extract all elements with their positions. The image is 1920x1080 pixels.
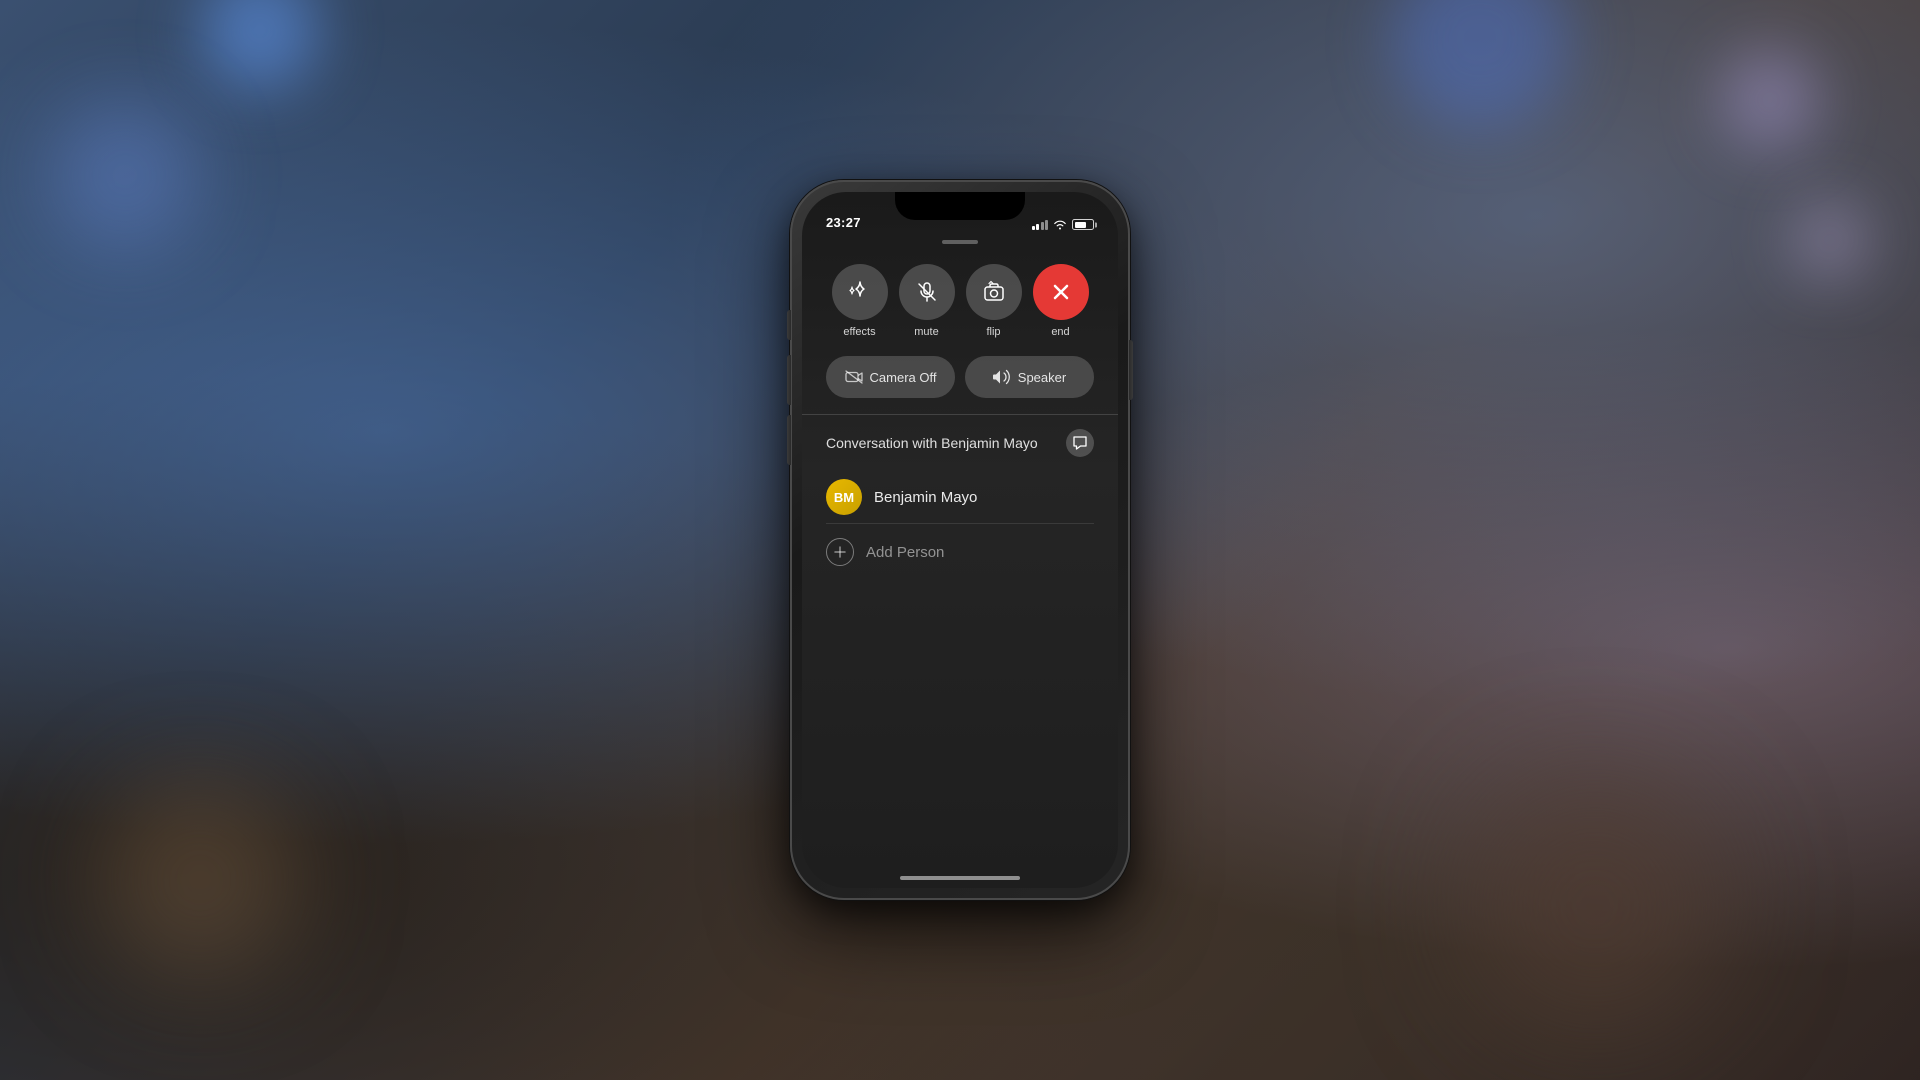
conversation-header: Conversation with Benjamin Mayo [826,429,1094,457]
effects-label: effects [843,326,875,338]
camera-off-label: Camera Off [870,370,937,385]
flip-button[interactable] [966,264,1022,320]
flip-label: flip [986,326,1000,338]
add-person-row[interactable]: Add Person [826,528,1094,576]
add-person-icon [826,538,854,566]
contact-avatar: BM [826,479,862,515]
status-icons [1032,219,1095,230]
speaker-icon [993,369,1011,385]
battery-icon [1072,219,1094,230]
power-button[interactable] [1129,340,1133,400]
bokeh-6 [100,780,300,980]
speaker-button[interactable]: Speaker [965,356,1094,398]
bokeh-3 [1720,50,1820,150]
effects-button[interactable] [832,264,888,320]
plus-icon [833,545,847,559]
message-icon [1073,436,1087,450]
camera-off-button[interactable]: Camera Off [826,356,955,398]
conversation-section: Conversation with Benjamin Mayo BM Benja… [802,415,1118,576]
add-person-label: Add Person [866,544,944,561]
conversation-title: Conversation with Benjamin Mayo [826,435,1038,451]
call-controls: effects mute [802,244,1118,414]
flip-camera-icon [981,279,1007,305]
notch [895,192,1025,220]
end-button-wrap: end [1033,264,1089,338]
star-icon [847,279,873,305]
status-time: 23:27 [826,215,861,230]
mute-label: mute [914,326,938,338]
message-button[interactable] [1066,429,1094,457]
end-label: end [1051,326,1069,338]
volume-up-button[interactable] [787,355,791,405]
control-buttons-row: effects mute [826,264,1094,338]
end-call-button[interactable] [1033,264,1089,320]
screen-content: effects mute [802,244,1118,888]
phone: 23:27 [790,180,1130,900]
mute-switch[interactable] [787,310,791,340]
mic-off-icon [914,279,940,305]
effects-button-wrap: effects [832,264,888,338]
phone-screen: 23:27 [802,192,1118,888]
wifi-icon [1053,219,1067,230]
speaker-label: Speaker [1018,370,1066,385]
camera-off-icon [845,370,863,384]
bokeh-2 [1390,0,1570,130]
bokeh-7 [1470,780,1720,1030]
bokeh-1 [200,0,320,90]
mute-button-wrap: mute [899,264,955,338]
avatar-initials: BM [834,490,854,505]
contact-row: BM Benjamin Mayo [826,471,1094,524]
contact-name: Benjamin Mayo [874,489,977,506]
mute-button[interactable] [899,264,955,320]
flip-button-wrap: flip [966,264,1022,338]
bokeh-5 [50,100,200,250]
home-indicator[interactable] [900,876,1020,880]
bokeh-4 [1790,200,1870,280]
volume-down-button[interactable] [787,415,791,465]
x-icon [1049,280,1073,304]
signal-icon [1032,220,1049,230]
camera-speaker-row: Camera Off Speaker [826,356,1094,398]
